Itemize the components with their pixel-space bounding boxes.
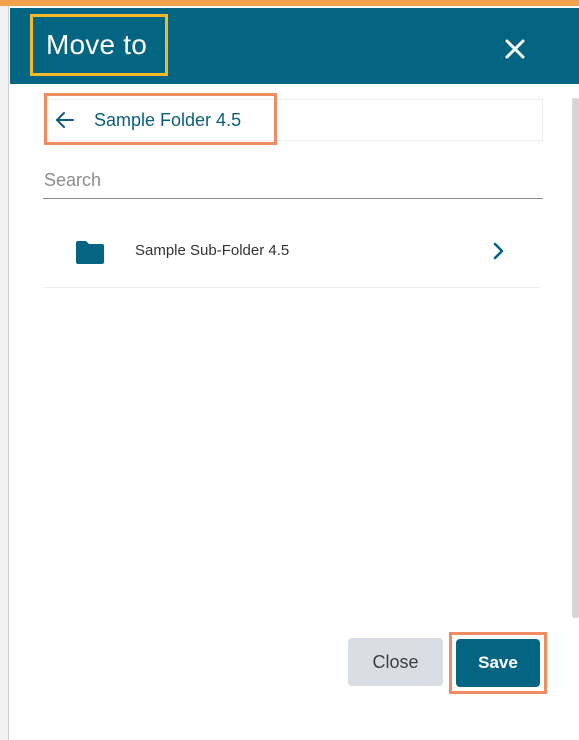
background-page-edge [0, 6, 9, 740]
move-to-dialog: Move to Sample Folder 4.5 Sample Sub-Fol… [10, 8, 579, 740]
breadcrumb-callout-highlight [44, 93, 277, 145]
scrollbar[interactable] [572, 98, 579, 618]
folder-label: Sample Sub-Folder 4.5 [135, 242, 290, 259]
close-button[interactable]: Close [348, 638, 443, 686]
close-icon[interactable] [502, 36, 528, 62]
folder-list-item[interactable]: Sample Sub-Folder 4.5 [43, 222, 540, 288]
scrollbar-thumb[interactable] [572, 98, 579, 618]
top-accent-bar [0, 0, 579, 6]
search-input[interactable] [43, 163, 543, 199]
dialog-header: Move to [10, 8, 579, 84]
folder-icon [76, 241, 104, 264]
page: Move to Sample Folder 4.5 Sample Sub-Fol… [0, 0, 579, 740]
dialog-title: Move to [30, 14, 168, 76]
chevron-right-icon[interactable] [488, 241, 508, 261]
save-button[interactable]: Save [456, 639, 540, 687]
